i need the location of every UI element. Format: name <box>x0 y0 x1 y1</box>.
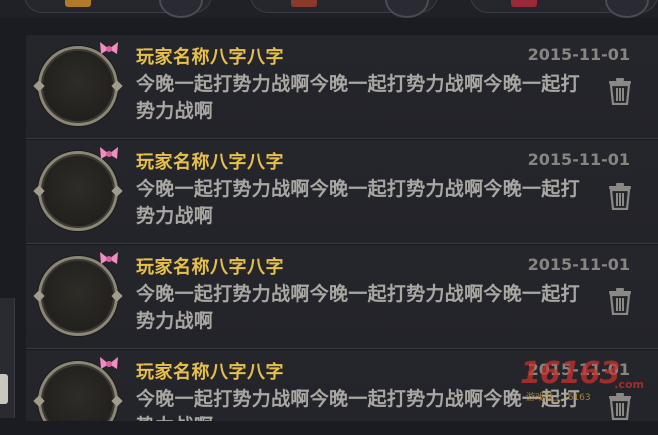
message-text: 今晚一起打势力战啊今晚一起打势力战啊今晚一起打势力战啊 <box>136 283 580 332</box>
top-tab-3[interactable] <box>470 0 658 18</box>
avatar-frame-icon[interactable] <box>38 256 118 336</box>
player-name[interactable]: 玩家名称八字八字 <box>136 148 284 174</box>
tab-knob-icon <box>385 0 429 18</box>
avatar-frame-icon[interactable] <box>38 151 118 231</box>
trash-icon[interactable] <box>608 77 632 105</box>
top-tab-2[interactable] <box>250 0 438 18</box>
pink-bow-icon <box>100 252 118 264</box>
heart-icon <box>511 0 537 7</box>
message-text: 今晚一起打势力战啊今晚一起打势力战啊今晚一起打势力战啊 <box>136 178 580 227</box>
player-name[interactable]: 玩家名称八字八字 <box>136 358 284 384</box>
watermark-tagline: 游戏就上16163 <box>526 393 591 403</box>
tab-knob-icon <box>605 0 649 18</box>
chest-icon <box>65 0 91 7</box>
site-watermark: 16163 .com 游戏就上16163 <box>516 354 646 404</box>
message-row: 玩家名称八字八字 2015-11-01 今晚一起打势力战啊今晚一起打势力战啊今晚… <box>26 244 658 349</box>
player-name[interactable]: 玩家名称八字八字 <box>136 253 284 279</box>
message-row: 玩家名称八字八字 2015-11-01 今晚一起打势力战啊今晚一起打势力战啊今晚… <box>26 139 658 244</box>
message-board-screen: 玩家名称八字八字 2015-11-01 今晚一起打势力战啊今晚一起打势力战啊今晚… <box>0 0 658 435</box>
gift-icon <box>291 0 317 7</box>
watermark-suffix: .com <box>614 378 644 391</box>
scroll-handle[interactable] <box>0 374 8 404</box>
message-date: 2015-11-01 <box>527 255 630 274</box>
message-row: 玩家名称八字八字 2015-11-01 今晚一起打势力战啊今晚一起打势力战啊今晚… <box>26 35 658 139</box>
pink-bow-icon <box>100 357 118 369</box>
watermark-logo: 16163 <box>520 356 620 391</box>
message-text: 今晚一起打势力战啊今晚一起打势力战啊今晚一起打势力战啊 <box>136 73 580 122</box>
trash-icon[interactable] <box>608 287 632 315</box>
pink-bow-icon <box>100 147 118 159</box>
message-date: 2015-11-01 <box>527 150 630 169</box>
message-date: 2015-11-01 <box>527 45 630 64</box>
pink-bow-icon <box>100 42 118 54</box>
left-side-panel <box>0 298 15 418</box>
trash-icon[interactable] <box>608 182 632 210</box>
top-tab-strip <box>0 0 658 18</box>
player-name[interactable]: 玩家名称八字八字 <box>136 43 284 69</box>
top-tab-1[interactable] <box>24 0 212 18</box>
avatar-frame-icon[interactable] <box>38 46 118 126</box>
tab-knob-icon <box>159 0 203 18</box>
